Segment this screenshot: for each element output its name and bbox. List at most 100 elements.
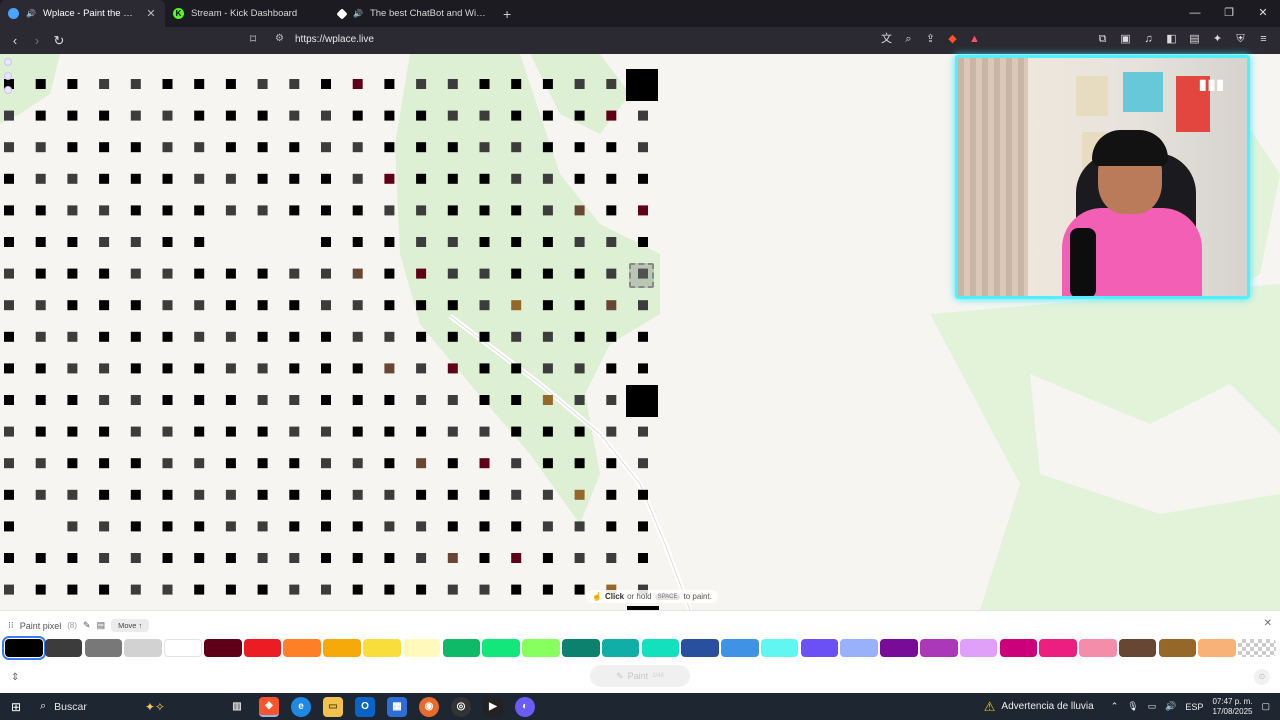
close-tab-icon[interactable]: ✕: [145, 7, 157, 20]
bookmark-icon[interactable]: ⌑: [250, 32, 256, 46]
pixel: [574, 300, 585, 311]
maximize-button[interactable]: ❐: [1212, 0, 1246, 27]
brave-rewards-icon[interactable]: ▲: [966, 31, 983, 48]
color-swatch[interactable]: [1118, 639, 1157, 657]
color-swatch[interactable]: [681, 639, 719, 657]
color-swatch[interactable]: [363, 639, 401, 657]
color-swatch[interactable]: [482, 639, 520, 657]
color-swatch[interactable]: [1238, 639, 1276, 657]
sidebar-icon[interactable]: ◧: [1163, 31, 1180, 48]
pixel: [416, 521, 427, 532]
paint-button[interactable]: ✎ Paint 2/48: [590, 665, 690, 687]
color-swatch[interactable]: [44, 639, 83, 657]
notifications-icon[interactable]: ▢: [1261, 701, 1270, 712]
menu-icon[interactable]: ≡: [1255, 31, 1272, 48]
network-icon[interactable]: ▭: [1148, 701, 1157, 712]
discord-icon[interactable]: ◐: [515, 696, 535, 717]
back-arrow-icon[interactable]: ‹: [4, 33, 26, 48]
color-swatch[interactable]: [323, 639, 361, 657]
color-swatch[interactable]: [124, 639, 162, 657]
color-swatch[interactable]: [1158, 639, 1197, 657]
clock[interactable]: 07:47 p. m. 17/08/2025: [1212, 697, 1252, 717]
store-icon[interactable]: ▦: [387, 696, 407, 717]
speaker-icon[interactable]: 🔊: [26, 9, 36, 18]
color-swatch[interactable]: [601, 639, 640, 657]
url-text[interactable]: https://wplace.live: [295, 34, 374, 45]
pixel: [384, 458, 395, 469]
task-view-icon[interactable]: ▥: [227, 697, 247, 717]
media-app-icon[interactable]: ▶: [483, 696, 503, 717]
speaker-icon[interactable]: 🔊: [353, 9, 363, 18]
color-swatch[interactable]: [442, 639, 481, 657]
tab-chatbot[interactable]: 🔊 The best ChatBot and Widgets fo: [330, 0, 495, 27]
pixel: [257, 363, 268, 374]
color-swatch[interactable]: [522, 639, 560, 657]
color-swatch[interactable]: [999, 639, 1038, 657]
media-icon[interactable]: ♫: [1140, 31, 1157, 48]
vpn-icon[interactable]: ⛨: [1232, 31, 1249, 48]
layers-icon[interactable]: ▤: [97, 620, 106, 631]
tab-wplace[interactable]: 🔊 Wplace - Paint the world ✕: [0, 0, 165, 27]
color-swatch[interactable]: [959, 639, 998, 657]
color-swatch[interactable]: [1079, 639, 1117, 657]
tab-kick-dashboard[interactable]: K Stream - Kick Dashboard: [165, 0, 330, 27]
zoom-out-icon[interactable]: [4, 72, 12, 80]
extensions-icon[interactable]: ⧉: [1094, 31, 1111, 48]
file-explorer-icon[interactable]: ▭: [323, 696, 343, 717]
color-swatch[interactable]: [1198, 639, 1237, 657]
close-window-button[interactable]: ✕: [1246, 0, 1280, 27]
language-indicator[interactable]: ESP: [1185, 702, 1203, 712]
firefox-icon[interactable]: ◉: [419, 696, 439, 717]
edge-app-icon[interactable]: e: [291, 696, 311, 717]
color-swatch[interactable]: [919, 639, 958, 657]
pencil-icon[interactable]: ✎: [83, 620, 91, 631]
weather-widget[interactable]: ⚠ Advertencia de lluvia: [984, 699, 1094, 715]
color-swatch[interactable]: [800, 639, 839, 657]
site-settings-icon[interactable]: ⚙: [275, 33, 284, 44]
color-swatch[interactable]: [243, 639, 282, 657]
eyedropper-icon[interactable]: ⊙: [1254, 669, 1270, 685]
pixel: [162, 521, 173, 532]
close-panel-icon[interactable]: ✕: [1264, 618, 1272, 629]
chevron-up-icon[interactable]: ⌃: [1111, 701, 1119, 712]
minimize-button[interactable]: —: [1178, 0, 1212, 27]
zoom-icon[interactable]: ⌕: [900, 31, 917, 48]
explore-icon[interactable]: [4, 86, 12, 94]
brave-shield-icon[interactable]: ◆: [944, 31, 961, 48]
wallet-icon[interactable]: ▤: [1186, 31, 1203, 48]
color-swatch[interactable]: [641, 639, 680, 657]
reload-icon[interactable]: ↻: [48, 33, 70, 49]
screenshot-icon[interactable]: ▣: [1117, 31, 1134, 48]
pixel: [130, 110, 141, 121]
volume-icon[interactable]: 🔊: [1165, 701, 1176, 712]
color-swatch[interactable]: [1039, 639, 1077, 657]
color-swatch[interactable]: [402, 639, 441, 657]
move-button[interactable]: Move ↑: [111, 619, 150, 632]
microphone-icon[interactable]: 🎙: [1127, 701, 1138, 712]
color-swatch[interactable]: [880, 639, 918, 657]
forward-arrow-icon[interactable]: ›: [26, 33, 48, 48]
expand-icon[interactable]: ⇕: [11, 672, 19, 683]
taskbar-search[interactable]: ⌕ Buscar ✦✧: [32, 700, 217, 714]
share-icon[interactable]: ⇪: [922, 31, 939, 48]
color-swatch[interactable]: [164, 639, 202, 657]
obs-icon[interactable]: ◎: [451, 696, 471, 717]
color-swatch[interactable]: [84, 639, 123, 657]
windows-start-icon[interactable]: ⊞: [0, 700, 32, 714]
color-swatch[interactable]: [203, 639, 242, 657]
translate-icon[interactable]: 文: [878, 31, 895, 48]
leo-ai-icon[interactable]: ✦: [1209, 31, 1226, 48]
microphone: [1070, 228, 1096, 296]
color-swatch[interactable]: [283, 639, 322, 657]
color-swatch[interactable]: [840, 639, 878, 657]
outlook-icon[interactable]: O: [355, 696, 375, 717]
zoom-in-icon[interactable]: [4, 58, 12, 66]
drag-handle-icon[interactable]: ⁝⁝: [8, 620, 14, 631]
color-swatch[interactable]: [561, 639, 600, 657]
new-tab-button[interactable]: +: [495, 6, 519, 22]
color-swatch[interactable]: [2, 636, 46, 660]
color-swatch[interactable]: [760, 639, 799, 657]
color-swatch[interactable]: [721, 639, 759, 657]
brave-app-icon[interactable]: ◆: [259, 696, 279, 717]
pixel: [606, 331, 617, 342]
